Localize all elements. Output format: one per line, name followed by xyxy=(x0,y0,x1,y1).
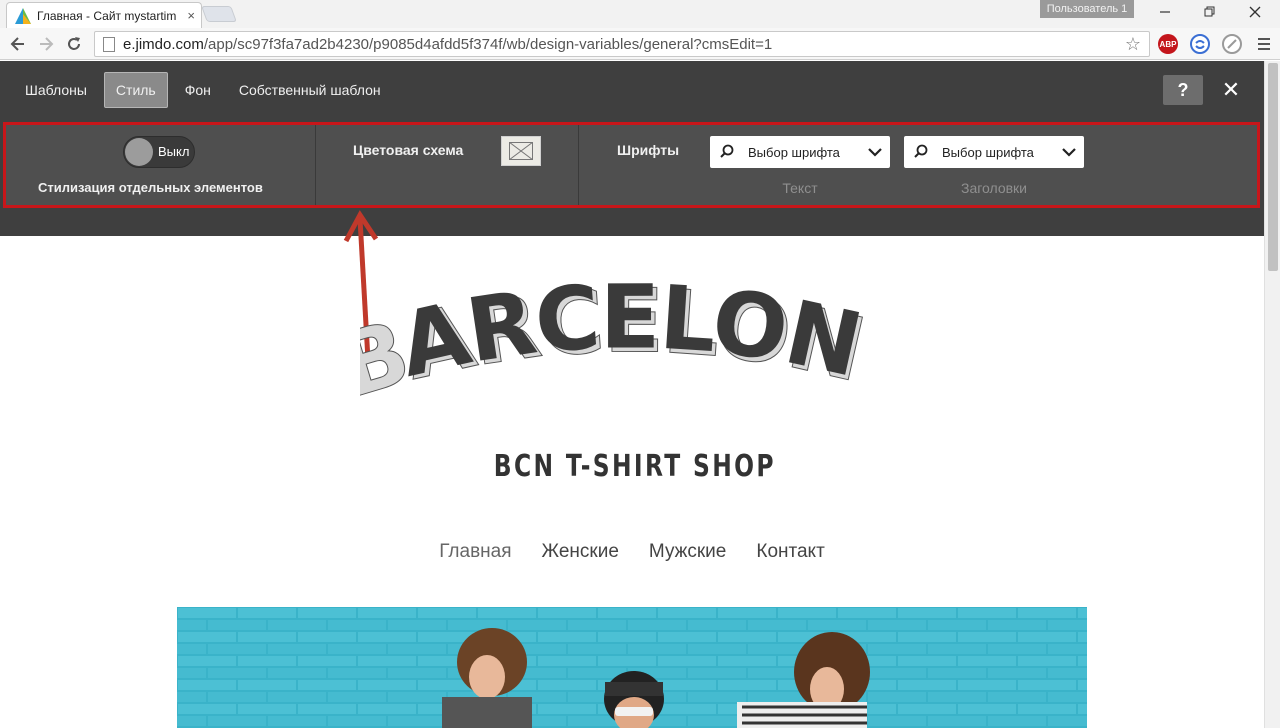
page-icon xyxy=(103,36,115,52)
design-editor-bar: Шаблоны Стиль Фон Собственный шаблон ? ✕… xyxy=(0,61,1280,236)
hero-image xyxy=(177,607,1087,728)
window-close-icon[interactable] xyxy=(1235,0,1275,24)
chevron-down-icon xyxy=(1054,147,1084,157)
forward-icon[interactable] xyxy=(34,32,58,56)
user-profile-badge[interactable]: Пользователь 1 xyxy=(1040,0,1134,18)
nav-women[interactable]: Женские xyxy=(542,541,619,563)
text-font-select[interactable]: Выбор шрифта xyxy=(710,136,890,168)
adblock-plus-icon[interactable]: ABP xyxy=(1158,34,1178,54)
color-scheme-label: Цветовая схема xyxy=(353,142,464,158)
toggle-state-label: Выкл xyxy=(158,144,190,159)
chevron-down-icon xyxy=(860,147,890,157)
site-navigation: Главная Женские Мужские Контакт xyxy=(0,541,1264,563)
help-button[interactable]: ? xyxy=(1163,75,1203,105)
bookmark-star-icon[interactable]: ☆ xyxy=(1125,34,1141,55)
url-host: e.jimdo.com xyxy=(123,35,204,53)
heading-font-select[interactable]: Выбор шрифта xyxy=(904,136,1084,168)
back-icon[interactable] xyxy=(6,32,30,56)
browser-toolbar: e.jimdo.com/app/sc97f3fa7ad2b4230/p9085d… xyxy=(0,28,1280,60)
heading-font-caption: Заголовки xyxy=(960,180,1027,196)
tab-title: Главная - Сайт mystartim xyxy=(37,8,177,23)
fonts-label: Шрифты xyxy=(617,142,680,158)
compass-icon[interactable] xyxy=(1222,34,1242,54)
tab-templates[interactable]: Шаблоны xyxy=(14,72,98,108)
search-icon xyxy=(710,144,734,161)
style-elements-label: Стилизация отдельных элементов xyxy=(38,180,263,195)
page-scrollbar[interactable] xyxy=(1264,61,1280,728)
reload-icon[interactable] xyxy=(62,32,86,56)
search-icon xyxy=(904,144,928,161)
sync-icon[interactable] xyxy=(1190,34,1210,54)
panel-divider xyxy=(578,125,579,205)
address-bar[interactable]: e.jimdo.com/app/sc97f3fa7ad2b4230/p9085d… xyxy=(94,31,1150,57)
nav-home[interactable]: Главная xyxy=(439,541,511,563)
subtitle-text: BCN T-SHIRT SHOP xyxy=(493,448,777,484)
site-subtitle: BCN T-SHIRT SHOP xyxy=(470,446,800,486)
text-font-caption: Текст xyxy=(782,180,818,196)
jimdo-favicon-icon xyxy=(15,7,31,24)
nav-contact[interactable]: Контакт xyxy=(756,541,824,563)
close-editor-icon[interactable]: ✕ xyxy=(1218,75,1244,105)
color-scheme-swatch[interactable] xyxy=(501,136,541,166)
hero-photo-illustration xyxy=(177,607,1087,728)
toggle-knob xyxy=(125,138,153,166)
style-options-panel: Выкл Стилизация отдельных элементов Цвет… xyxy=(3,122,1260,208)
scrollbar-thumb[interactable] xyxy=(1268,63,1278,271)
url-path: /app/sc97f3fa7ad2b4230/p9085d4afdd5f374f… xyxy=(203,35,773,53)
site-logo[interactable]: BARCELONA BARCELONA xyxy=(360,280,900,420)
heading-font-value: Выбор шрифта xyxy=(942,144,1034,160)
browser-tab[interactable]: Главная - Сайт mystartim × xyxy=(6,2,202,28)
tab-background[interactable]: Фон xyxy=(174,72,222,108)
minimize-icon[interactable] xyxy=(1145,0,1185,24)
restore-icon[interactable] xyxy=(1190,0,1230,24)
new-tab-button[interactable] xyxy=(201,6,237,22)
style-elements-toggle[interactable]: Выкл xyxy=(123,136,195,168)
text-font-value: Выбор шрифта xyxy=(748,144,840,160)
tab-style[interactable]: Стиль xyxy=(103,72,168,108)
no-color-icon xyxy=(509,142,533,160)
menu-icon[interactable] xyxy=(1252,32,1276,56)
nav-men[interactable]: Мужские xyxy=(649,541,726,563)
tab-close-icon[interactable]: × xyxy=(187,8,195,23)
panel-divider xyxy=(315,125,316,205)
browser-tabstrip: Главная - Сайт mystartim × Пользователь … xyxy=(0,0,1280,28)
editor-tabs: Шаблоны Стиль Фон Собственный шаблон xyxy=(14,71,398,109)
tab-custom-template[interactable]: Собственный шаблон xyxy=(228,72,392,108)
